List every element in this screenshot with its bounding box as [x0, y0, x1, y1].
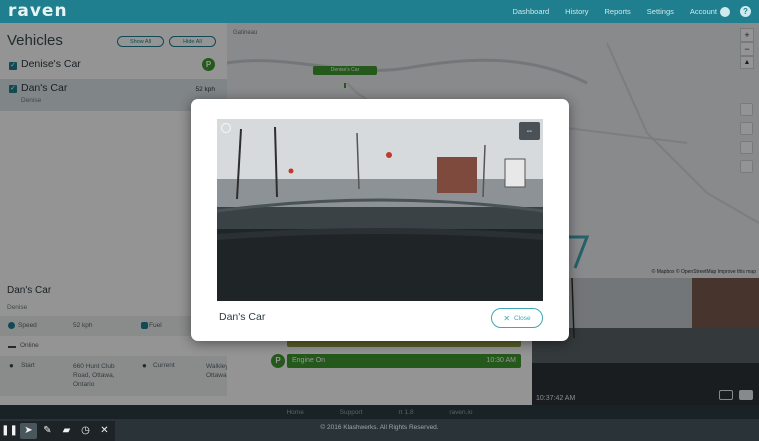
- nav-history[interactable]: History: [565, 7, 588, 16]
- vehicle-name: Dan's Car: [21, 82, 68, 94]
- parked-event-badge: P: [271, 354, 285, 368]
- footer-support-link[interactable]: Support: [340, 409, 363, 416]
- close-label: Close: [514, 314, 531, 322]
- vehicle-checkbox[interactable]: ✓: [9, 62, 17, 70]
- map-tools: [740, 103, 755, 179]
- geofence-icon[interactable]: [740, 160, 753, 173]
- map-city-label: Gatineau: [233, 30, 258, 36]
- annotation-toolbar: ❚❚ ➤ ✎ ▰ ◷ ✕: [0, 421, 115, 441]
- highlighter-icon[interactable]: ▰: [58, 423, 75, 439]
- footer-links: Home Support π 1.8 raven.io: [0, 409, 759, 416]
- compass-button[interactable]: ▲: [740, 56, 754, 69]
- vehicle-filter-icon[interactable]: [740, 103, 753, 116]
- start-pin-icon: ●: [9, 361, 14, 370]
- map-attribution[interactable]: © Mapbox © OpenStreetMap Improve this ma…: [652, 269, 756, 275]
- detail-driver: Denise: [7, 304, 28, 311]
- dashcam-image: [217, 119, 543, 301]
- help-icon[interactable]: ?: [740, 6, 751, 17]
- expand-icon[interactable]: ⇔: [519, 122, 540, 140]
- start-value: 660 Hunt Club Road, Ottawa, Ontario: [73, 363, 115, 388]
- footer-home-link[interactable]: Home: [286, 409, 303, 416]
- speed-icon: [8, 322, 15, 329]
- fuel-icon: [141, 322, 148, 329]
- vehicle-item-denise[interactable]: ✓ Denise's Car P: [0, 55, 227, 78]
- cursor-icon[interactable]: ➤: [20, 423, 37, 439]
- camera-timestamp: 10:37:42 AM: [536, 395, 576, 402]
- zoom-out-button[interactable]: −: [740, 42, 754, 56]
- close-icon: ✕: [503, 313, 511, 323]
- account-icon[interactable]: [720, 6, 730, 17]
- close-icon[interactable]: ✕: [96, 423, 113, 439]
- close-button[interactable]: ✕ Close: [491, 308, 543, 328]
- current-pin-icon: ●: [142, 361, 147, 370]
- timer-icon[interactable]: ◷: [77, 423, 94, 439]
- footer-version: π 1.8: [398, 409, 414, 416]
- online-label: Online: [20, 342, 39, 349]
- timeline-event-engine-on[interactable]: Engine On 10:30 AM: [287, 354, 521, 368]
- main-nav: Dashboard History Reports Settings Accou…: [496, 0, 751, 23]
- detail-title: Dan's Car: [7, 285, 52, 296]
- start-label: Start: [21, 362, 35, 369]
- current-label: Current: [153, 362, 175, 369]
- nav-account[interactable]: Account: [690, 7, 717, 16]
- event-label: Engine On: [292, 357, 326, 364]
- fuel-label: Fuel: [149, 322, 162, 329]
- vehicles-title: Vehicles: [7, 32, 63, 49]
- vehicle-speed: 52 kph: [195, 86, 215, 93]
- camera-icon[interactable]: [739, 390, 753, 400]
- vehicle-checkbox[interactable]: ✓: [9, 85, 17, 93]
- app-logo[interactable]: raven: [8, 1, 68, 21]
- modal-title: Dan's Car: [219, 311, 266, 323]
- map-layers-icon[interactable]: [740, 122, 753, 135]
- detail-location-row: ● Start 660 Hunt Club Road, Ottawa, Onta…: [0, 356, 248, 396]
- hide-all-button[interactable]: Hide All: [169, 36, 216, 47]
- top-navbar: raven Dashboard History Reports Settings…: [0, 0, 759, 23]
- zoom-in-button[interactable]: +: [740, 28, 754, 42]
- show-all-button[interactable]: Show All: [117, 36, 164, 47]
- signal-icon: [8, 342, 16, 348]
- parked-badge: P: [202, 58, 215, 71]
- record-icon[interactable]: [719, 390, 733, 400]
- speed-value: 52 kph: [73, 322, 93, 329]
- event-time: 10:30 AM: [486, 357, 516, 364]
- camera-snapshot-modal: ⇔ Dan's Car ✕ Close: [191, 99, 569, 341]
- pause-icon[interactable]: ❚❚: [1, 423, 18, 439]
- loading-icon: [221, 123, 231, 133]
- camera-snapshot: ⇔: [217, 119, 543, 301]
- nav-dashboard[interactable]: Dashboard: [512, 7, 549, 16]
- vehicle-map-label[interactable]: Denise's Car: [313, 66, 377, 75]
- locate-icon[interactable]: [740, 141, 753, 154]
- nav-settings[interactable]: Settings: [647, 7, 674, 16]
- pen-icon[interactable]: ✎: [39, 423, 56, 439]
- nav-reports[interactable]: Reports: [605, 7, 631, 16]
- footer-site-link[interactable]: raven.io: [449, 409, 472, 416]
- speed-label: Speed: [18, 322, 37, 329]
- vehicle-driver: Denise: [21, 97, 42, 104]
- vehicle-name: Denise's Car: [21, 58, 81, 70]
